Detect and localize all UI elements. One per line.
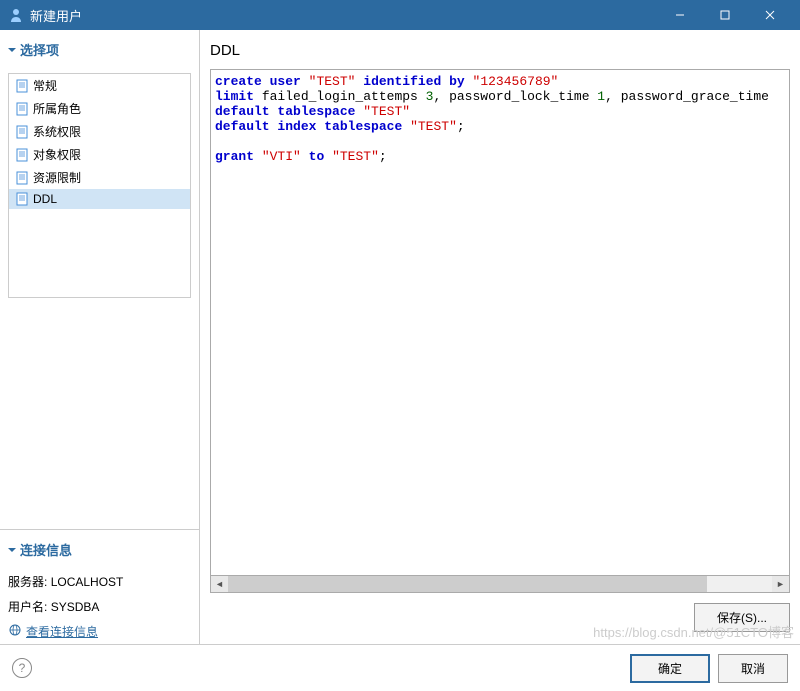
window-title: 新建用户 bbox=[30, 6, 657, 25]
footer: ? 确定 取消 bbox=[0, 645, 800, 691]
user-icon bbox=[8, 7, 24, 23]
connection-section-header[interactable]: 连接信息 bbox=[8, 536, 191, 563]
scroll-thumb[interactable] bbox=[228, 576, 707, 592]
minimize-button[interactable] bbox=[657, 0, 702, 30]
titlebar: 新建用户 bbox=[0, 0, 800, 30]
ok-button[interactable]: 确定 bbox=[630, 654, 710, 683]
globe-icon bbox=[8, 623, 22, 640]
scroll-left-arrow[interactable]: ◄ bbox=[211, 576, 228, 592]
ddl-code-editor[interactable]: create user "TEST" identified by "123456… bbox=[210, 69, 790, 576]
chevron-down-icon bbox=[8, 548, 16, 556]
scroll-right-arrow[interactable]: ► bbox=[772, 576, 789, 592]
save-button[interactable]: 保存(S)... bbox=[694, 603, 790, 632]
page-icon bbox=[15, 192, 29, 206]
sidebar-section-header[interactable]: 选择项 bbox=[8, 36, 191, 63]
sidebar-item-5[interactable]: DDL bbox=[9, 189, 190, 209]
sidebar-item-1[interactable]: 所属角色 bbox=[9, 97, 190, 120]
sidebar-item-label: 对象权限 bbox=[33, 146, 81, 163]
sidebar-item-label: 资源限制 bbox=[33, 169, 81, 186]
page-icon bbox=[15, 79, 29, 93]
sidebar: 选择项 常规所属角色系统权限对象权限资源限制 DDL 连接信息 服务器: LOCA… bbox=[0, 30, 200, 644]
chevron-down-icon bbox=[8, 48, 16, 56]
page-icon bbox=[15, 102, 29, 116]
sidebar-item-label: DDL bbox=[33, 192, 57, 206]
horizontal-scrollbar[interactable]: ◄ ► bbox=[210, 576, 790, 593]
sidebar-item-0[interactable]: 常规 bbox=[9, 74, 190, 97]
maximize-button[interactable] bbox=[702, 0, 747, 30]
page-icon bbox=[15, 125, 29, 139]
server-row: 服务器: LOCALHOST bbox=[0, 569, 199, 594]
sidebar-item-4[interactable]: 资源限制 bbox=[9, 166, 190, 189]
sidebar-item-3[interactable]: 对象权限 bbox=[9, 143, 190, 166]
page-icon bbox=[15, 148, 29, 162]
content-panel: DDL create user "TEST" identified by "12… bbox=[200, 30, 800, 644]
page-icon bbox=[15, 171, 29, 185]
close-button[interactable] bbox=[747, 0, 792, 30]
content-title: DDL bbox=[210, 38, 790, 69]
sidebar-item-2[interactable]: 系统权限 bbox=[9, 120, 190, 143]
sidebar-item-label: 所属角色 bbox=[33, 100, 81, 117]
cancel-button[interactable]: 取消 bbox=[718, 654, 788, 683]
help-button[interactable]: ? bbox=[12, 658, 32, 678]
user-row: 用户名: SYSDBA bbox=[0, 594, 199, 619]
sidebar-item-label: 常规 bbox=[33, 77, 57, 94]
sidebar-item-label: 系统权限 bbox=[33, 123, 81, 140]
view-connection-link[interactable]: 查看连接信息 bbox=[0, 619, 199, 644]
